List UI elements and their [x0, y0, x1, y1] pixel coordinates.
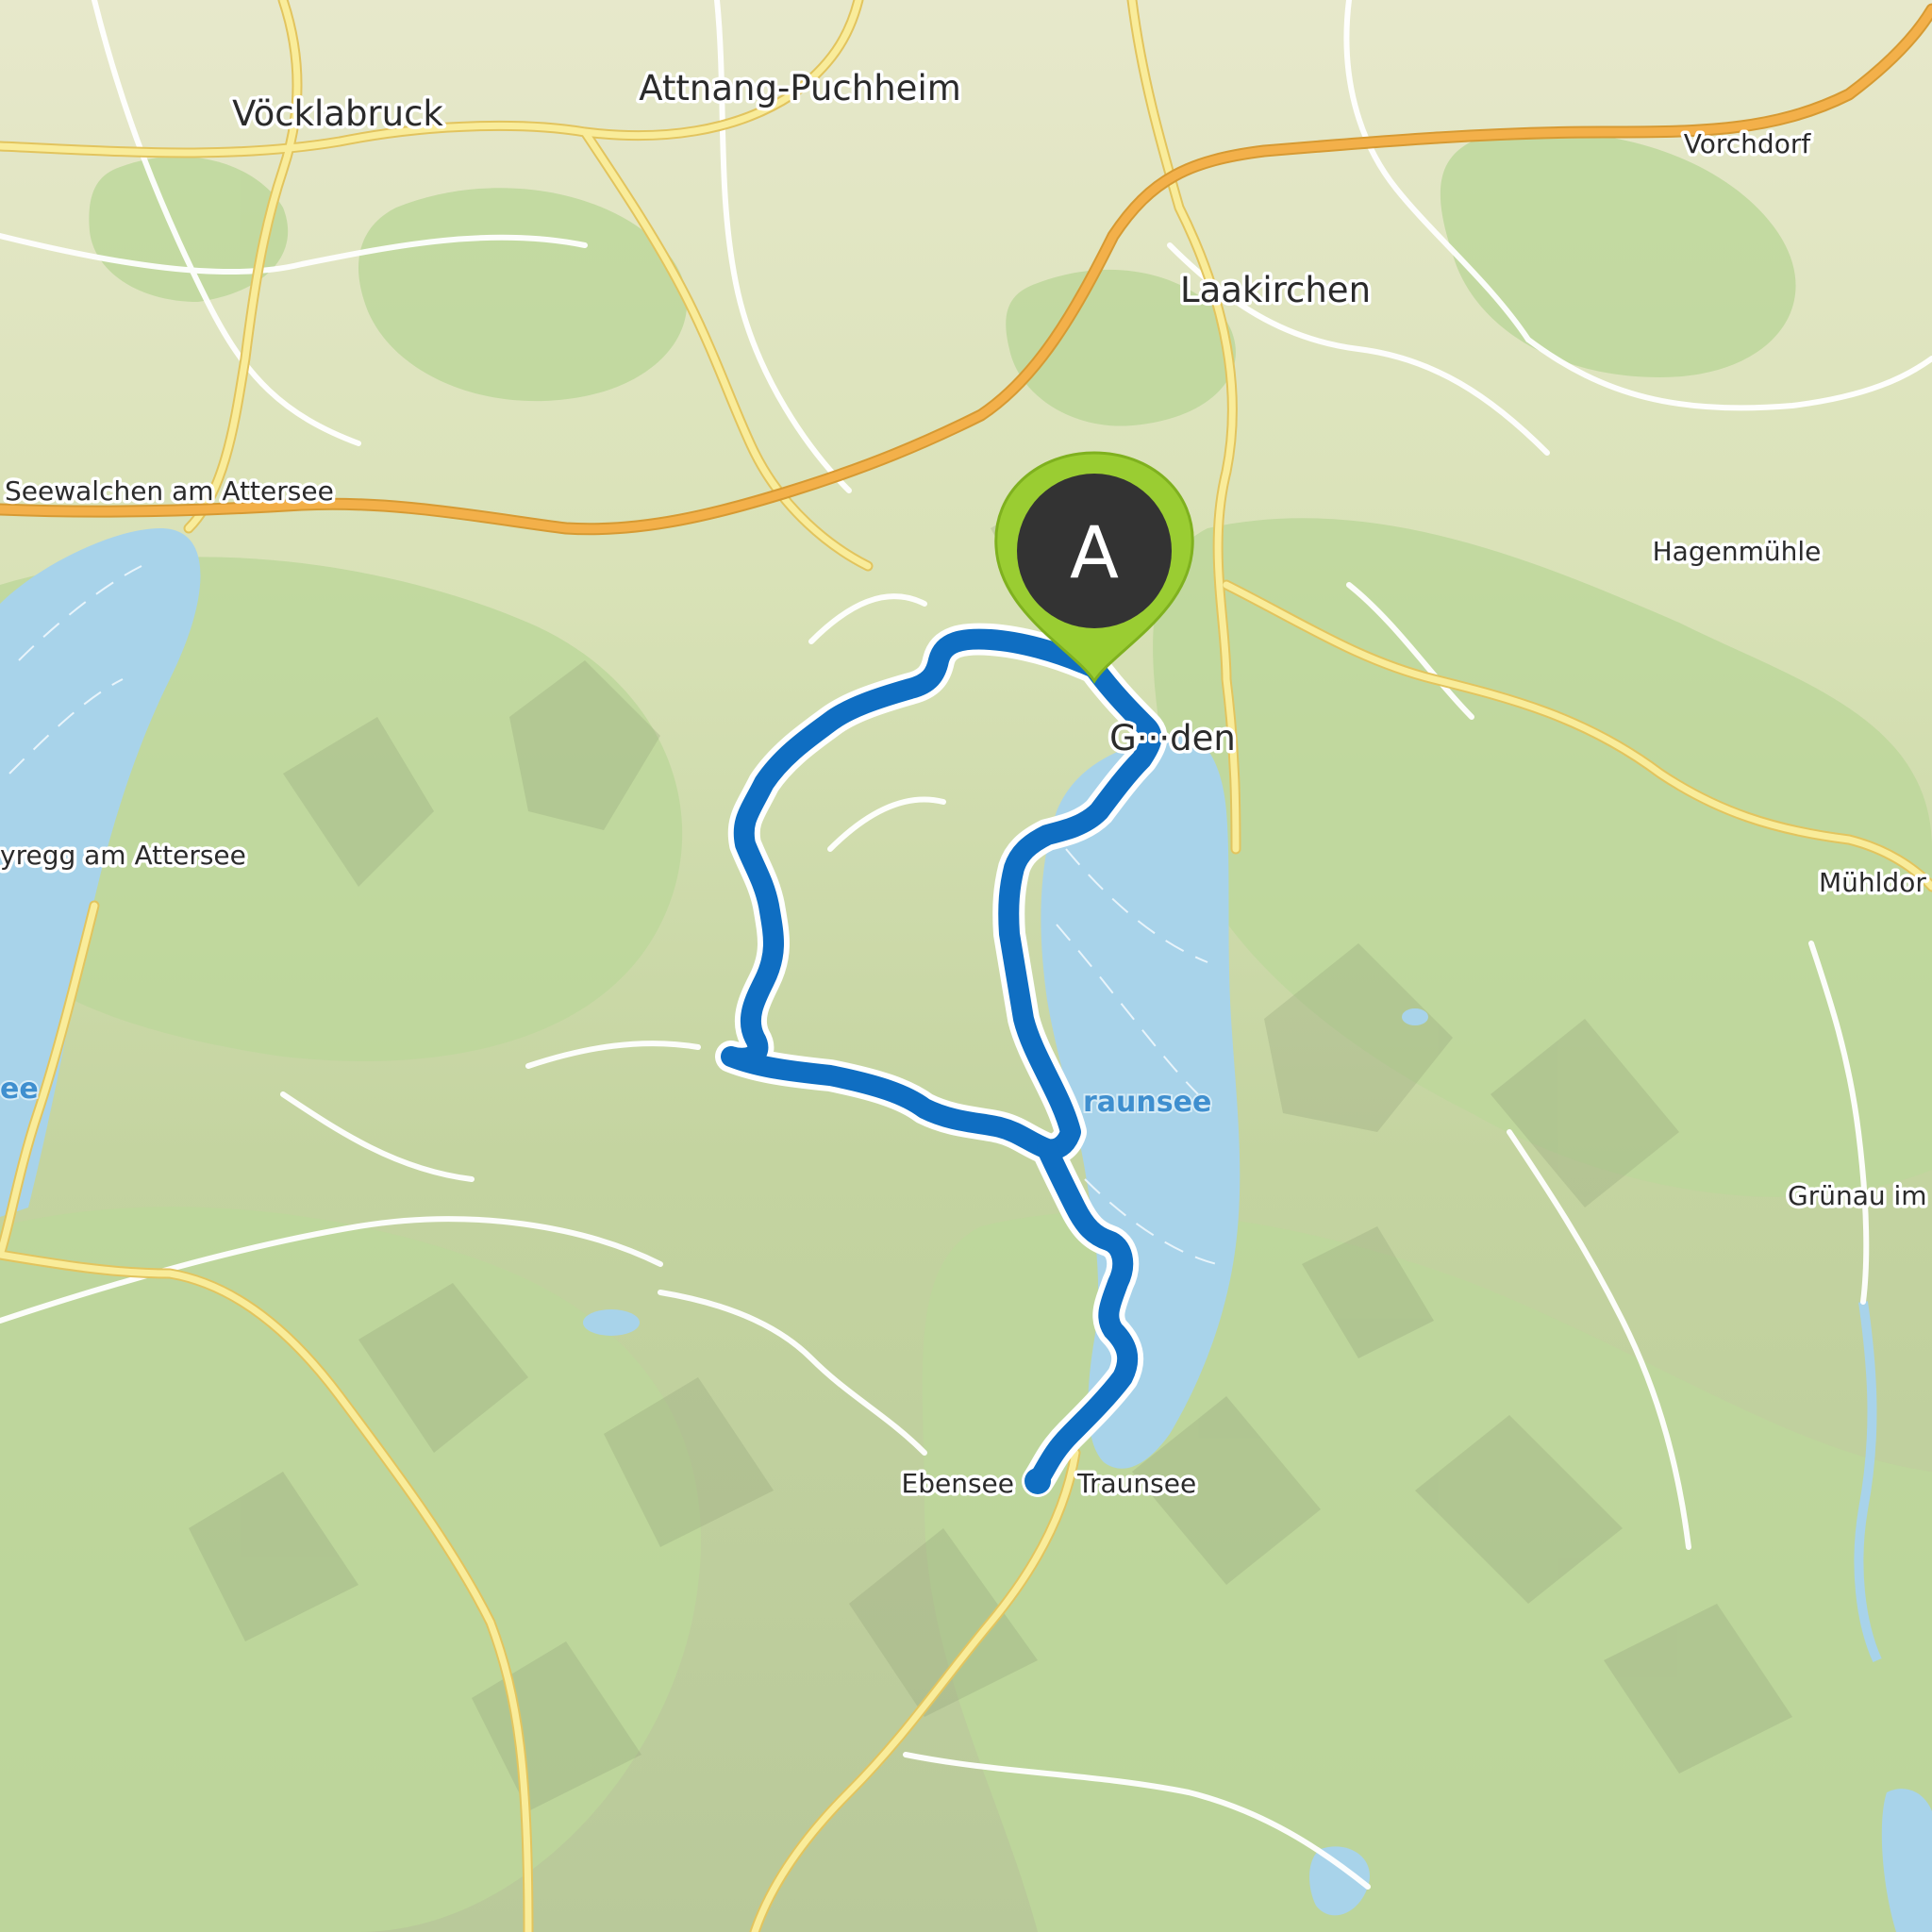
place-label-ebensee: Ebensee	[902, 1468, 1014, 1499]
lake-label-attersee: ee	[0, 1073, 39, 1106]
lake-label-traunsee: raunsee	[1083, 1086, 1211, 1119]
map-canvas[interactable]: Vöcklabruck Attnang-Puchheim Laakirchen …	[0, 0, 1932, 1932]
place-label-ebensee-traunsee: Traunsee	[1076, 1468, 1196, 1499]
place-label-gruenau: Grünau im	[1788, 1180, 1927, 1211]
small-lake	[1402, 1008, 1428, 1025]
place-label-seewalchen: Seewalchen am Attersee	[5, 475, 334, 507]
place-label-nussdorf: yregg am Attersee	[0, 840, 246, 871]
place-label-vorchdorf: Vorchdorf	[1684, 128, 1812, 159]
place-label-attnang-puchheim: Attnang-Puchheim	[639, 68, 961, 108]
place-label-muehldorf: Mühldor	[1819, 867, 1926, 898]
place-label-laakirchen: Laakirchen	[1180, 270, 1371, 310]
place-label-gmunden: G···den	[1109, 718, 1236, 758]
place-label-voecklabruck: Vöcklabruck	[232, 93, 443, 134]
small-lake	[583, 1309, 640, 1336]
marker-letter: A	[1070, 510, 1119, 594]
map-view[interactable]: Vöcklabruck Attnang-Puchheim Laakirchen …	[0, 0, 1932, 1932]
place-label-hagenmuehle: Hagenmühle	[1653, 536, 1822, 567]
